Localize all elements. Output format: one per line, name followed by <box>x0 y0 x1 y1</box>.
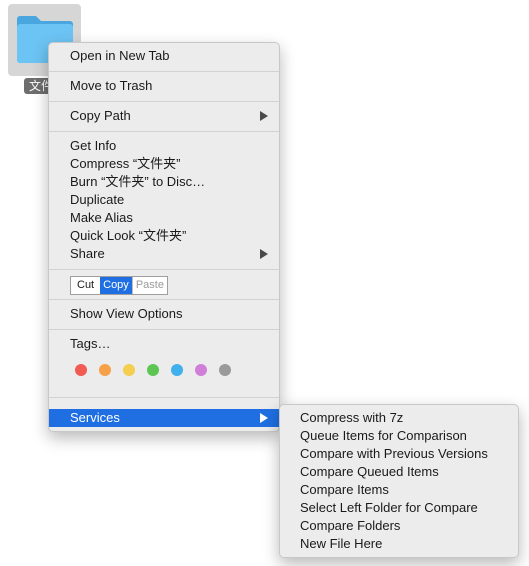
menu-item-get-info[interactable]: Get Info <box>49 137 279 155</box>
menu-item-services[interactable]: Services <box>49 409 279 427</box>
menu-item-burn-to-disc[interactable]: Burn “文件夹” to Disc… <box>49 173 279 191</box>
paste-button[interactable]: Paste <box>131 277 167 294</box>
menu-item-duplicate[interactable]: Duplicate <box>49 191 279 209</box>
service-select-left-folder-for-compare[interactable]: Select Left Folder for Compare <box>280 499 518 517</box>
tag-yellow-icon[interactable] <box>123 364 135 376</box>
copy-button[interactable]: Copy <box>100 277 132 294</box>
service-compare-queued-items[interactable]: Compare Queued Items <box>280 463 518 481</box>
service-compress-with-7z[interactable]: Compress with 7z <box>280 409 518 427</box>
service-new-file-here[interactable]: New File Here <box>280 535 518 553</box>
tag-green-icon[interactable] <box>147 364 159 376</box>
tag-orange-icon[interactable] <box>99 364 111 376</box>
submenu-arrow-icon <box>260 413 268 423</box>
tag-blue-icon[interactable] <box>171 364 183 376</box>
services-submenu: Compress with 7z Queue Items for Compari… <box>279 404 519 558</box>
menu-separator <box>49 131 279 132</box>
menu-separator <box>49 71 279 72</box>
tag-gray-icon[interactable] <box>219 364 231 376</box>
menu-item-open-in-new-tab[interactable]: Open in New Tab <box>49 47 279 65</box>
menu-item-tags[interactable]: Tags… <box>49 335 279 353</box>
menu-item-make-alias[interactable]: Make Alias <box>49 209 279 227</box>
menu-item-share[interactable]: Share <box>49 245 279 263</box>
context-menu: Open in New Tab Move to Trash Copy Path … <box>48 42 280 432</box>
submenu-arrow-icon <box>260 111 268 121</box>
menu-item-compress[interactable]: Compress “文件夹” <box>49 155 279 173</box>
menu-separator <box>49 101 279 102</box>
menu-item-label: Copy Path <box>70 108 131 123</box>
edit-segmented-control: Cut Copy Paste <box>70 276 168 295</box>
menu-item-copy-path[interactable]: Copy Path <box>49 107 279 125</box>
service-compare-with-previous-versions[interactable]: Compare with Previous Versions <box>280 445 518 463</box>
submenu-arrow-icon <box>260 249 268 259</box>
menu-separator <box>49 329 279 330</box>
menu-item-quick-look[interactable]: Quick Look “文件夹” <box>49 227 279 245</box>
menu-item-move-to-trash[interactable]: Move to Trash <box>49 77 279 95</box>
menu-separator <box>49 397 279 398</box>
service-compare-items[interactable]: Compare Items <box>280 481 518 499</box>
menu-separator <box>49 269 279 270</box>
menu-item-label: Services <box>70 410 120 425</box>
service-queue-items-for-comparison[interactable]: Queue Items for Comparison <box>280 427 518 445</box>
service-compare-folders[interactable]: Compare Folders <box>280 517 518 535</box>
menu-separator <box>49 299 279 300</box>
tag-red-icon[interactable] <box>75 364 87 376</box>
cut-button[interactable]: Cut <box>71 277 100 294</box>
tag-purple-icon[interactable] <box>195 364 207 376</box>
menu-item-show-view-options[interactable]: Show View Options <box>49 305 279 323</box>
menu-item-label: Share <box>70 246 105 261</box>
